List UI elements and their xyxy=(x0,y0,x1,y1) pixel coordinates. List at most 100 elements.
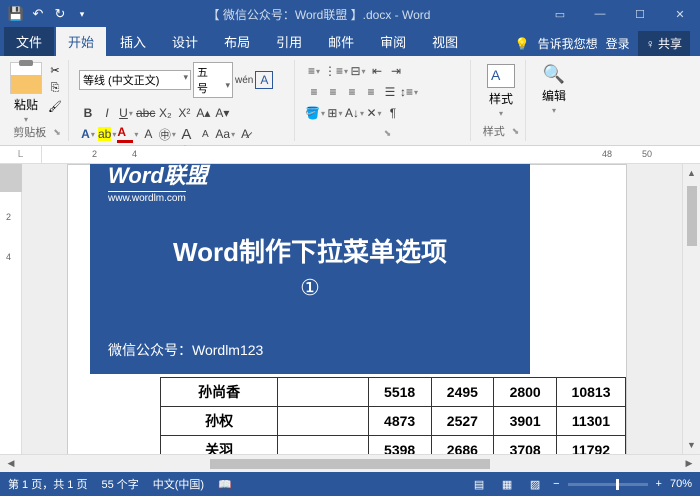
maximize-icon[interactable]: ☐ xyxy=(620,0,660,28)
redo-icon[interactable]: ↻ xyxy=(52,6,68,22)
multilevel-button[interactable]: ⊟ xyxy=(349,62,367,80)
clear-format-icon[interactable]: A̷ xyxy=(236,125,254,143)
strike-button[interactable]: abc xyxy=(136,104,155,122)
copy-icon[interactable]: ⎘ xyxy=(46,80,64,96)
ribbon-opts-icon[interactable]: ▭ xyxy=(540,0,580,28)
print-layout-icon[interactable]: ▦ xyxy=(497,476,517,492)
text-effects[interactable]: A xyxy=(79,125,97,143)
undo-icon[interactable]: ↶ xyxy=(30,6,46,22)
tab-selector[interactable]: L xyxy=(0,146,42,163)
borders-button[interactable]: ⊞ xyxy=(326,104,344,122)
font-name-select[interactable]: 等线 (中文正文) xyxy=(79,70,191,90)
zoom-out-icon[interactable]: − xyxy=(553,478,559,490)
highlight-button[interactable]: ab xyxy=(98,125,116,143)
tell-me[interactable]: 告诉我您想 xyxy=(538,35,598,52)
overlay-footer: 微信公众号：Wordlm123 xyxy=(108,340,263,360)
line-spacing[interactable]: ↕≡ xyxy=(400,83,418,101)
shading-button[interactable]: 🪣 xyxy=(305,104,325,122)
underline-button[interactable]: U xyxy=(117,104,135,122)
minimize-icon[interactable]: — xyxy=(580,0,620,28)
page-count[interactable]: 第 1 页，共 1 页 xyxy=(8,476,87,492)
cut-icon[interactable]: ✂ xyxy=(46,62,64,78)
tab-references[interactable]: 引用 xyxy=(264,27,314,56)
close-icon[interactable]: ✕ xyxy=(660,0,700,28)
superscript-button[interactable]: X² xyxy=(175,104,193,122)
zoom-slider[interactable] xyxy=(568,483,648,486)
asian-layout[interactable]: ✕ xyxy=(365,104,383,122)
save-icon[interactable]: 💾 xyxy=(8,6,24,22)
scroll-thumb[interactable] xyxy=(687,186,697,246)
language[interactable]: 中文(中国) xyxy=(153,476,204,492)
document-canvas[interactable]: 孙尚香55182495280010813 孙权48732527390111301… xyxy=(22,164,682,454)
horizontal-scrollbar[interactable]: ◀ ▶ xyxy=(0,454,700,472)
distribute[interactable]: ☰ xyxy=(381,83,399,101)
sort-button[interactable]: A↓ xyxy=(345,104,364,122)
change-case[interactable]: Aa xyxy=(215,125,235,143)
zoom-in-icon[interactable]: + xyxy=(656,478,662,490)
book-icon[interactable]: 📖 xyxy=(218,478,232,491)
enclose-char[interactable]: ㊥ xyxy=(158,125,176,143)
clipboard-launcher-icon[interactable]: ⬊ xyxy=(53,127,61,138)
brand-url: www.wordlm.com xyxy=(108,191,186,204)
bold-button[interactable]: B xyxy=(79,104,97,122)
big-a[interactable]: A xyxy=(177,125,195,143)
tab-mailings[interactable]: 邮件 xyxy=(316,27,366,56)
editing-button[interactable]: 🔍 编辑 ▾ xyxy=(536,62,572,117)
styles-launcher-icon[interactable]: ⬊ xyxy=(512,126,520,137)
data-table[interactable]: 孙尚香55182495280010813 孙权48732527390111301… xyxy=(160,377,626,454)
char-shading[interactable]: A xyxy=(139,125,157,143)
tab-review[interactable]: 审阅 xyxy=(368,27,418,56)
shrink-font[interactable]: A▾ xyxy=(213,104,231,122)
numbering-button[interactable]: ⋮≡ xyxy=(324,62,348,80)
decrease-indent[interactable]: ⇤ xyxy=(368,62,386,80)
scroll-up-icon[interactable]: ▲ xyxy=(685,166,699,180)
watermark-overlay: Word联盟 www.wordlm.com Word制作下拉菜单选项 ① 微信公… xyxy=(90,164,530,374)
tab-layout[interactable]: 布局 xyxy=(212,27,262,56)
qat-more-icon[interactable]: ▾ xyxy=(74,6,90,22)
window-title: 【 微信公众号：Word联盟 】.docx - Word xyxy=(98,6,540,23)
clipboard-label: 剪贴板 xyxy=(13,124,46,140)
align-center[interactable]: ≡ xyxy=(324,83,342,101)
bullets-button[interactable]: ≡ xyxy=(305,62,323,80)
vertical-ruler[interactable]: 2 4 xyxy=(0,164,22,454)
align-justify[interactable]: ≡ xyxy=(362,83,380,101)
tab-design[interactable]: 设计 xyxy=(160,27,210,56)
overlay-title: Word制作下拉菜单选项 xyxy=(108,232,512,269)
tab-view[interactable]: 视图 xyxy=(420,27,470,56)
phonetic-guide[interactable]: wén xyxy=(235,71,253,89)
align-left[interactable]: ≡ xyxy=(305,83,323,101)
scroll-left-icon[interactable]: ◀ xyxy=(4,457,18,471)
word-count[interactable]: 55 个字 xyxy=(101,476,138,492)
scroll-right-icon[interactable]: ▶ xyxy=(682,457,696,471)
italic-button[interactable]: I xyxy=(98,104,116,122)
subscript-button[interactable]: X₂ xyxy=(156,104,174,122)
align-right[interactable]: ≡ xyxy=(343,83,361,101)
tab-insert[interactable]: 插入 xyxy=(108,27,158,56)
web-layout-icon[interactable]: ▨ xyxy=(525,476,545,492)
tab-home[interactable]: 开始 xyxy=(56,27,106,56)
grow-font[interactable]: A▴ xyxy=(194,104,212,122)
format-painter-icon[interactable]: 🖌 xyxy=(46,98,64,114)
increase-indent[interactable]: ⇥ xyxy=(387,62,405,80)
small-a[interactable]: A xyxy=(196,125,214,143)
char-border[interactable]: A xyxy=(255,71,273,89)
styles-icon xyxy=(487,64,515,88)
font-size-select[interactable]: 五号 xyxy=(193,62,233,98)
zoom-level[interactable]: 70% xyxy=(670,478,692,490)
clipboard-icon xyxy=(10,62,42,94)
login-link[interactable]: 登录 xyxy=(606,35,630,52)
table-row: 孙尚香55182495280010813 xyxy=(161,378,626,407)
font-color-button[interactable]: A xyxy=(117,125,138,143)
para-launcher-icon[interactable]: ⬊ xyxy=(384,128,392,139)
show-marks[interactable]: ¶ xyxy=(384,104,402,122)
overlay-number: ① xyxy=(108,275,512,301)
vertical-scrollbar[interactable]: ▲ ▼ xyxy=(682,164,700,454)
scroll-down-icon[interactable]: ▼ xyxy=(685,438,699,452)
share-button[interactable]: ♀ 共享 xyxy=(638,31,690,56)
paste-button[interactable]: 粘贴 ▾ xyxy=(10,62,42,124)
tab-file[interactable]: 文件 xyxy=(4,27,54,56)
styles-button[interactable]: 样式 ▾ xyxy=(481,62,521,120)
hscroll-thumb[interactable] xyxy=(210,459,490,469)
read-mode-icon[interactable]: ▤ xyxy=(469,476,489,492)
horizontal-ruler[interactable]: 2 4 48 50 xyxy=(42,146,700,163)
